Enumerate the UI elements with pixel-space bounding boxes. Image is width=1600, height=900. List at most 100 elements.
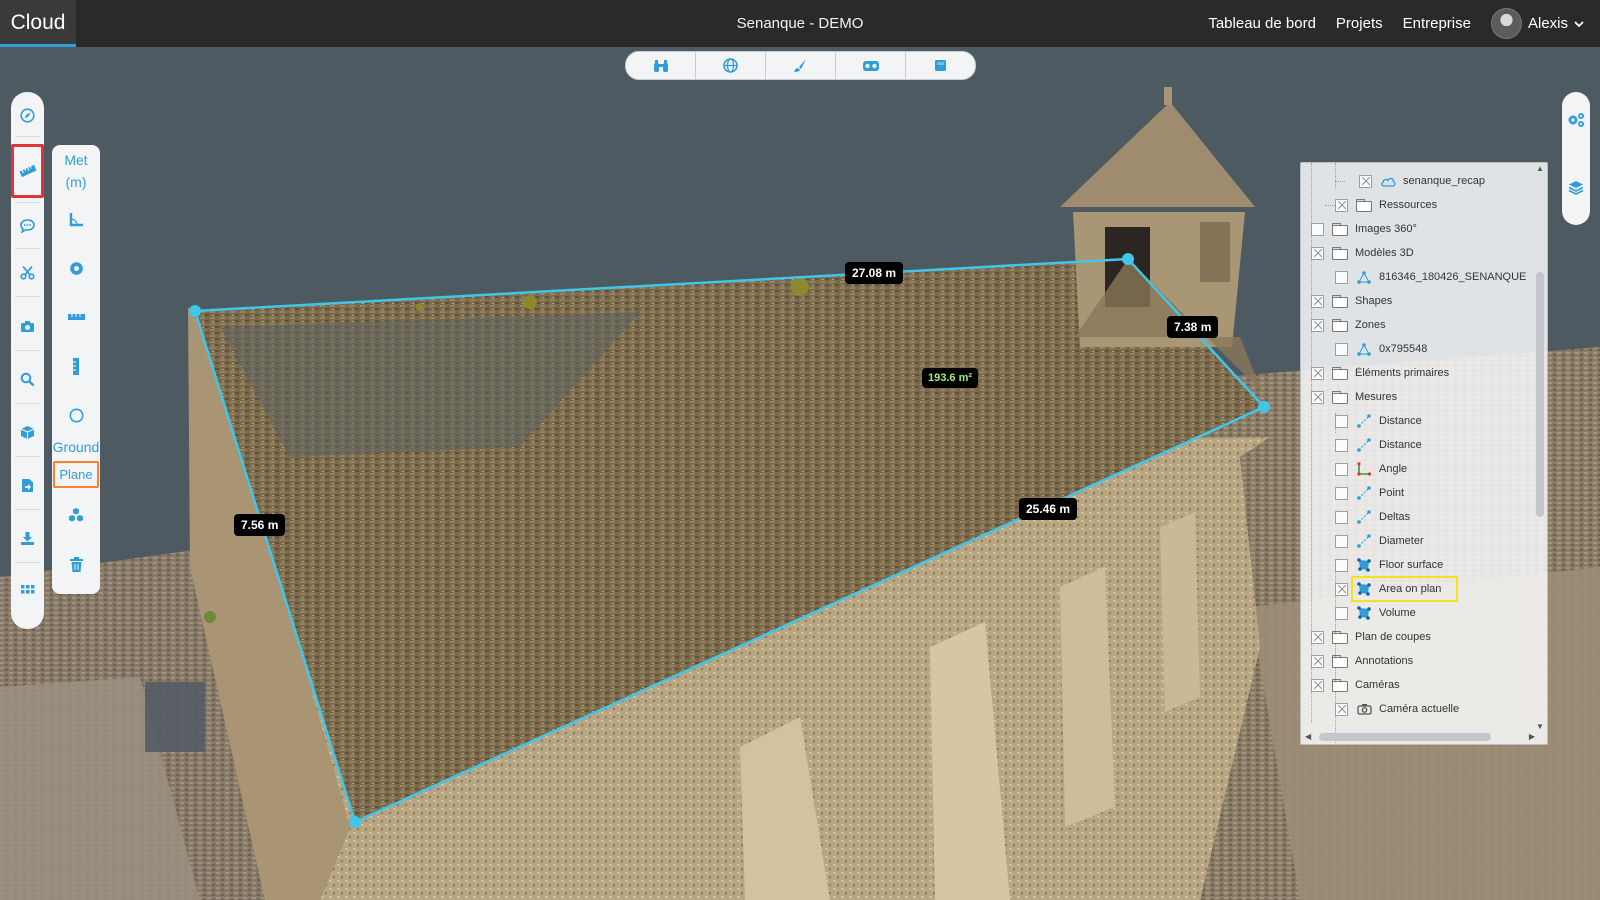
nav-projects-link[interactable]: Projets: [1336, 15, 1383, 32]
layer-checkbox[interactable]: [1335, 462, 1348, 476]
layer-checkbox[interactable]: [1311, 678, 1324, 692]
layer-checkbox[interactable]: [1335, 606, 1348, 620]
tree-item-floor-surface[interactable]: Floor surface: [1335, 554, 1443, 576]
tree-item-shapes[interactable]: Shapes: [1311, 290, 1392, 312]
settings-button[interactable]: [1562, 100, 1590, 140]
view-square-button[interactable]: [906, 52, 975, 79]
tree-item-images-360[interactable]: Images 360°: [1311, 218, 1417, 240]
tree-item-area-on-plan[interactable]: Area on plan: [1335, 576, 1459, 602]
search-tool-button[interactable]: [11, 359, 44, 399]
tree-item-deltas[interactable]: Deltas: [1335, 506, 1410, 528]
layer-tree-panel[interactable]: senanque_recap Ressources Images 360° Mo…: [1300, 162, 1548, 745]
view-binoculars-button[interactable]: [626, 52, 696, 79]
height-measure-button[interactable]: [52, 348, 100, 384]
ground-mode-button[interactable]: Ground: [52, 437, 100, 457]
tree-item-mesures[interactable]: Mesures: [1311, 386, 1397, 408]
view-brush-button[interactable]: [766, 52, 836, 79]
delete-measure-button[interactable]: [52, 546, 100, 582]
measure-vertex[interactable]: [1122, 253, 1134, 265]
folder-icon: [1332, 679, 1348, 692]
distance-icon: [1356, 413, 1372, 429]
distance-measure-button[interactable]: [52, 299, 100, 335]
tree-item-volume[interactable]: Volume: [1335, 602, 1416, 624]
layer-checkbox[interactable]: [1335, 414, 1348, 428]
circle-measure-button[interactable]: [52, 397, 100, 433]
tree-item-camera-actuelle[interactable]: Caméra actuelle: [1335, 698, 1459, 720]
import-tool-button[interactable]: [11, 465, 44, 505]
brand-logo[interactable]: Cloud: [0, 0, 76, 47]
tree-horizontal-scrollbar[interactable]: ◀ ▶: [1305, 732, 1535, 742]
measure-vertex[interactable]: [189, 305, 201, 317]
view-globe-button[interactable]: [696, 52, 766, 79]
measure-tool-button[interactable]: [11, 144, 44, 198]
user-menu[interactable]: Alexis: [1490, 8, 1584, 39]
layer-checkbox[interactable]: [1335, 510, 1348, 524]
point-measure-button[interactable]: [52, 250, 100, 286]
unit-label-line2[interactable]: (m): [52, 172, 100, 192]
layer-checkbox[interactable]: [1359, 174, 1372, 188]
plane-mode-button[interactable]: Plane: [53, 461, 99, 488]
more-tools-button[interactable]: [11, 571, 44, 611]
layer-checkbox[interactable]: [1335, 534, 1348, 548]
annotation-tool-button[interactable]: [11, 206, 44, 246]
view-mode-toolbar: [625, 51, 976, 80]
trash-icon: [69, 556, 83, 572]
layer-checkbox[interactable]: [1311, 390, 1324, 404]
layer-checkbox[interactable]: [1335, 438, 1348, 452]
layer-checkbox[interactable]: [1311, 222, 1324, 236]
layer-checkbox[interactable]: [1335, 702, 1348, 716]
tree-item-diameter[interactable]: Diameter: [1335, 530, 1424, 552]
layer-checkbox[interactable]: [1335, 582, 1348, 596]
tree-item-modeles-3d[interactable]: Modèles 3D: [1311, 242, 1414, 264]
volume-measure-button[interactable]: [52, 497, 100, 533]
model-tool-button[interactable]: [11, 412, 44, 452]
tree-item-model-816346[interactable]: 816346_180426_SENANQUE: [1335, 266, 1535, 288]
layers-button[interactable]: [1562, 167, 1590, 207]
folder-icon: [1332, 247, 1348, 260]
measure-vertex[interactable]: [349, 816, 361, 828]
distance-icon: [1356, 509, 1372, 525]
brush-icon: [794, 59, 806, 72]
layer-checkbox[interactable]: [1311, 366, 1324, 380]
screenshot-tool-button[interactable]: [11, 306, 44, 346]
tree-item-zones[interactable]: Zones: [1311, 314, 1386, 336]
tree-item-angle[interactable]: Angle: [1335, 458, 1407, 480]
tree-item-elements-primaires[interactable]: Éléments primaires: [1311, 362, 1449, 384]
layer-checkbox[interactable]: [1335, 486, 1348, 500]
ruler-icon: [18, 165, 37, 177]
layer-checkbox[interactable]: [1335, 270, 1348, 284]
tree-item-distance-2[interactable]: Distance: [1335, 434, 1422, 456]
view-vr-button[interactable]: [836, 52, 906, 79]
layer-checkbox[interactable]: [1311, 654, 1324, 668]
layer-checkbox[interactable]: [1311, 318, 1324, 332]
measure-label-area: 193.6 m²: [922, 368, 979, 388]
comment-icon: [20, 219, 35, 233]
folder-icon: [1332, 319, 1348, 332]
layer-checkbox[interactable]: [1311, 294, 1324, 308]
layer-checkbox[interactable]: [1335, 558, 1348, 572]
unit-label-line1[interactable]: Met: [52, 150, 100, 170]
layer-checkbox[interactable]: [1335, 342, 1348, 356]
tree-item-annotations[interactable]: Annotations: [1311, 650, 1413, 672]
nav-dashboard-link[interactable]: Tableau de bord: [1208, 15, 1316, 32]
measure-label-bottom: 25.46 m: [1019, 498, 1078, 520]
camera-icon: [21, 320, 34, 332]
tree-vertical-scrollbar[interactable]: ▲ ▼: [1535, 164, 1545, 731]
layer-checkbox[interactable]: [1311, 630, 1324, 644]
tree-item-plan-de-coupes[interactable]: Plan de coupes: [1311, 626, 1431, 648]
tree-item-zone-0x795548[interactable]: 0x795548: [1335, 338, 1427, 360]
layer-checkbox[interactable]: [1335, 198, 1348, 212]
angle-measure-button[interactable]: [52, 201, 100, 237]
tree-item-ressources[interactable]: Ressources: [1335, 194, 1437, 216]
clipping-tool-button[interactable]: [11, 252, 44, 292]
distance-icon: [1356, 533, 1372, 549]
tree-item-cameras[interactable]: Caméras: [1311, 674, 1400, 696]
tree-item-distance-1[interactable]: Distance: [1335, 410, 1422, 432]
measure-vertex[interactable]: [1258, 401, 1270, 413]
layer-checkbox[interactable]: [1311, 246, 1324, 260]
nav-company-link[interactable]: Entreprise: [1403, 15, 1471, 32]
download-tool-button[interactable]: [11, 518, 44, 558]
tree-item-senanque-recap[interactable]: senanque_recap: [1359, 170, 1485, 192]
tree-item-point[interactable]: Point: [1335, 482, 1404, 504]
navigation-tool-button[interactable]: [11, 95, 44, 135]
